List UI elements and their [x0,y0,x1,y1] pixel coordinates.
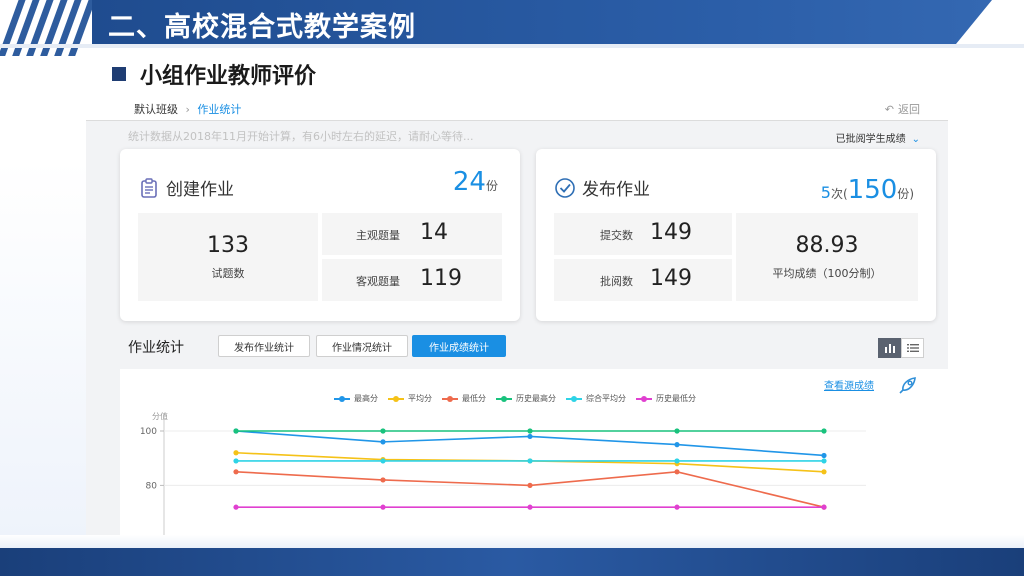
data-point[interactable] [674,458,680,464]
slide-subtitle: 小组作业教师评价 [140,64,317,89]
data-point[interactable] [821,428,827,434]
y-tick-label: 80 [146,481,158,491]
data-point[interactable] [527,504,533,510]
slide-title: 二、高校混合式教学案例 [108,12,416,43]
data-point[interactable] [233,428,239,434]
footer-fade [0,535,1024,548]
data-point[interactable] [233,450,239,456]
data-point[interactable] [674,469,680,475]
data-point[interactable] [674,428,680,434]
y-tick-label: 100 [140,427,157,437]
square-bullet-icon [112,67,126,81]
data-point[interactable] [233,469,239,475]
header-underline [0,44,1024,48]
data-point[interactable] [380,477,386,483]
data-point[interactable] [821,458,827,464]
data-point[interactable] [233,504,239,510]
data-point[interactable] [527,433,533,440]
slide-footer-band [0,548,1024,576]
data-point[interactable] [821,469,827,475]
score-line-chart: 80 100 [140,415,866,535]
data-point[interactable] [674,504,680,510]
slide-subtitle-row: 小组作业教师评价 [112,58,316,90]
data-point[interactable] [821,452,827,459]
data-point[interactable] [527,458,533,464]
data-point[interactable] [380,458,386,464]
data-point[interactable] [821,504,827,510]
data-point[interactable] [380,439,386,445]
data-point[interactable] [380,428,386,434]
slide-header: 二、高校混合式教学案例 [0,0,1024,56]
data-point[interactable] [233,458,239,464]
series-line-2 [235,470,825,508]
data-point[interactable] [674,442,680,448]
data-point[interactable] [527,482,533,488]
data-point[interactable] [527,428,533,434]
side-gradient [0,160,86,540]
data-point[interactable] [380,504,386,510]
homework-stats-screenshot: 默认班级 › 作业统计 ↶ 返回 统计数据从2018年11月开始计算，有6小时左右… [86,95,948,535]
